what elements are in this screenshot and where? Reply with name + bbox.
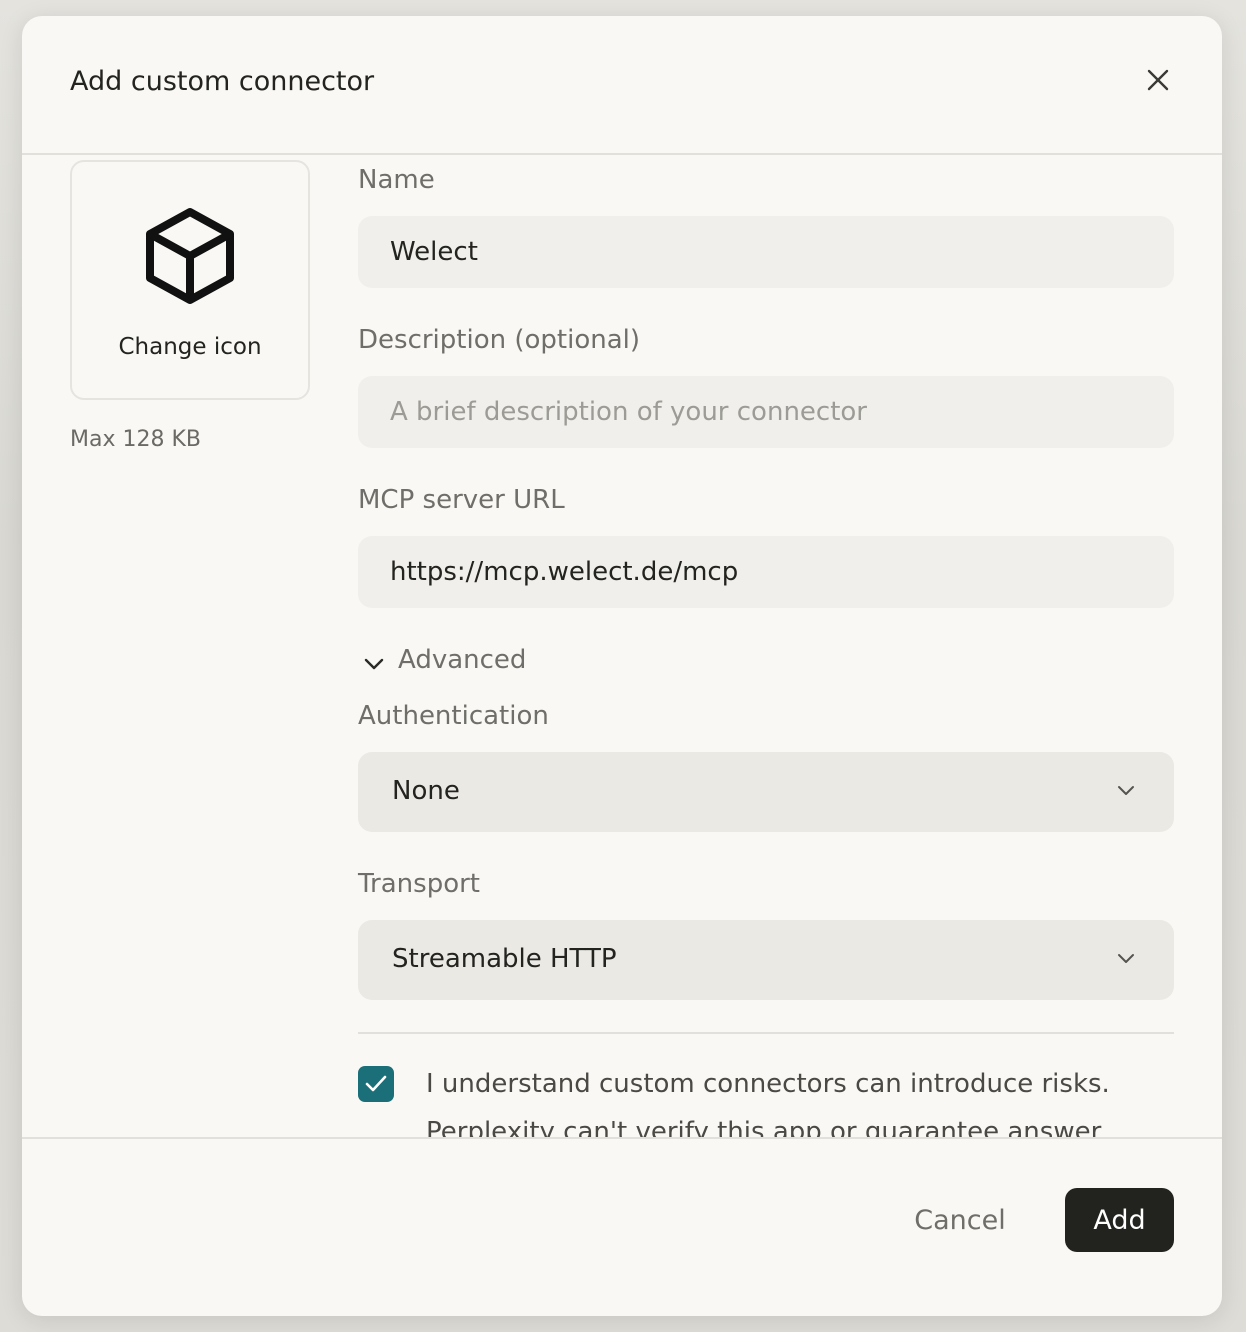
change-icon-label: Change icon (118, 334, 262, 360)
authentication-select[interactable]: None (358, 752, 1174, 832)
description-input[interactable] (358, 376, 1174, 448)
authentication-value: None (392, 776, 460, 806)
checkmark-icon (365, 1075, 387, 1092)
cancel-button[interactable]: Cancel (892, 1188, 1028, 1252)
close-icon (1147, 69, 1169, 91)
transport-value: Streamable HTTP (392, 944, 617, 974)
name-label: Name (358, 165, 435, 195)
chevron-down-icon (364, 658, 384, 670)
authentication-label: Authentication (358, 701, 549, 731)
transport-select[interactable]: Streamable HTTP (358, 920, 1174, 1000)
dialog-header: Add custom connector (22, 16, 1222, 155)
change-icon-button[interactable]: Change icon (70, 160, 310, 400)
add-button[interactable]: Add (1065, 1188, 1174, 1252)
close-button[interactable] (1142, 64, 1174, 96)
name-input[interactable] (358, 216, 1174, 288)
advanced-label: Advanced (398, 645, 527, 675)
divider (358, 1032, 1174, 1034)
dialog-title: Add custom connector (70, 66, 375, 97)
add-connector-dialog: Add custom connector Change icon Max 128… (22, 16, 1222, 1316)
url-input[interactable] (358, 536, 1174, 608)
risk-checkbox[interactable] (358, 1066, 394, 1102)
dialog-body: Change icon Max 128 KB Name Description … (22, 155, 1222, 1137)
transport-label: Transport (358, 869, 481, 899)
chevron-down-icon (1118, 954, 1134, 963)
cube-icon (146, 208, 234, 304)
url-label: MCP server URL (358, 485, 565, 515)
description-label: Description (optional) (358, 325, 641, 355)
risk-subtext: Perplexity can't verify this app or guar… (426, 1117, 1102, 1137)
risk-acknowledgement: I understand custom connectors can intro… (426, 1069, 1110, 1099)
chevron-down-icon (1118, 786, 1134, 795)
footer-divider (22, 1137, 1222, 1139)
icon-size-hint: Max 128 KB (70, 427, 201, 452)
